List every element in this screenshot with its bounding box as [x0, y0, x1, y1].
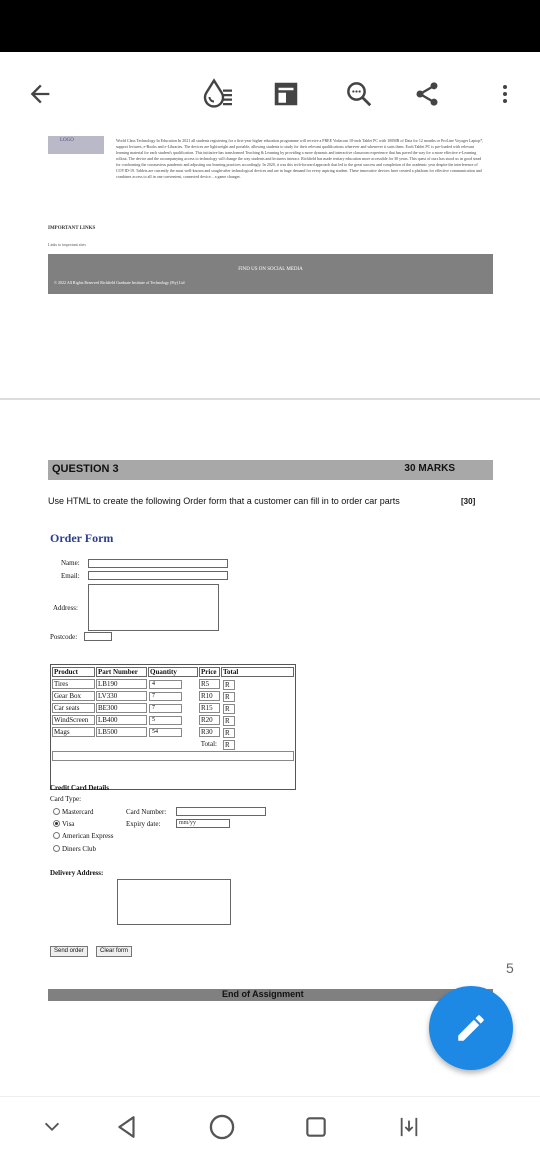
product-cell: Gear Box [52, 691, 95, 701]
quantity-input[interactable]: 7 [149, 704, 182, 713]
mark-tag: [30] [461, 497, 476, 506]
recents-square-icon[interactable] [300, 1111, 332, 1143]
expiry-field[interactable]: mm/yy [176, 819, 230, 828]
diners-label: Diners Club [62, 845, 97, 853]
delivery-label: Delivery Address: [50, 869, 104, 877]
col-header-quantity: Quantity [148, 667, 198, 677]
mastercard-radio[interactable] [53, 808, 60, 815]
find-us-text: FIND US ON SOCIAL MEDIA [238, 267, 303, 272]
price-cell: R10 [199, 691, 220, 701]
total-cell: R [223, 704, 235, 714]
share-icon[interactable] [407, 74, 447, 114]
question-bar: QUESTION 3 30 MARKS [48, 460, 493, 480]
total-cell: R [223, 692, 235, 702]
important-links-heading: IMPORTANT LINKS [48, 226, 96, 231]
footer-band: FIND US ON SOCIAL MEDIA © 2022 All Right… [48, 254, 493, 294]
card-type-label: Card Type: [50, 795, 82, 803]
send-order-button[interactable]: Send order [50, 946, 88, 957]
more-vert-icon[interactable] [485, 74, 525, 114]
address-textarea[interactable] [88, 584, 219, 631]
credit-card-title: Credit Card Details [50, 784, 109, 792]
delivery-textarea[interactable] [117, 879, 231, 925]
expiry-label: Expiry date: [126, 820, 161, 828]
part-number-cell: LB190 [96, 679, 147, 689]
price-cell: R15 [199, 703, 220, 713]
grand-total-cell: R [223, 740, 235, 750]
postcode-field[interactable] [84, 632, 112, 641]
total-label: Total: [200, 740, 217, 748]
question-marks: 30 MARKS [404, 463, 455, 474]
end-bar: End of Assignment [48, 989, 493, 1001]
product-cell: Car seats [52, 703, 95, 713]
price-cell: R30 [199, 727, 220, 737]
back-triangle-icon[interactable] [111, 1111, 143, 1143]
parts-table: Product Part Number Quantity Price Total… [50, 664, 296, 790]
question-label: QUESTION 3 [52, 463, 119, 475]
page-number: 5 [506, 960, 514, 976]
col-header-product: Product [52, 667, 95, 677]
presentation-icon[interactable] [266, 74, 306, 114]
chevron-down-icon[interactable] [36, 1111, 68, 1143]
diners-radio[interactable] [53, 845, 60, 852]
clear-form-button[interactable]: Clear form [96, 946, 133, 957]
col-header-price: Price [199, 667, 220, 677]
postcode-label: Postcode: [50, 633, 78, 641]
logo-image [48, 136, 104, 154]
name-field[interactable] [88, 559, 228, 568]
part-number-cell: BE300 [96, 703, 147, 713]
product-cell: WindScreen [52, 715, 95, 725]
end-text: End of Assignment [222, 989, 304, 999]
color-drop-icon[interactable] [197, 74, 237, 114]
total-cell: R [223, 716, 235, 726]
card-number-field[interactable] [176, 807, 266, 816]
price-cell: R5 [199, 679, 220, 689]
pencil-icon [458, 1015, 484, 1041]
quantity-input[interactable]: 54 [149, 728, 182, 737]
table-empty-row [52, 751, 294, 761]
copyright-text: © 2022 All Rights Reserved Richfield Gra… [54, 280, 185, 285]
screenshot-icon[interactable] [393, 1111, 425, 1143]
card-number-label: Card Number: [126, 808, 167, 816]
back-arrow-icon[interactable] [20, 74, 60, 114]
search-icon[interactable] [339, 74, 379, 114]
part-number-cell: LB500 [96, 727, 147, 737]
total-cell: R [223, 728, 235, 738]
part-number-cell: LV330 [96, 691, 147, 701]
quantity-input[interactable]: 7 [149, 692, 182, 701]
viewer-toolbar [0, 52, 540, 136]
col-header-total: Total [221, 667, 294, 677]
edit-fab-button[interactable] [429, 986, 513, 1070]
visa-radio[interactable] [53, 820, 60, 827]
col-header-part: Part Number [96, 667, 147, 677]
mastercard-label: Mastercard [62, 808, 94, 816]
order-form-title: Order Form [50, 531, 114, 545]
quantity-input[interactable]: 4 [149, 680, 182, 689]
system-nav-bar [0, 1096, 540, 1155]
logo-text: LOGO [60, 138, 74, 143]
total-cell: R [223, 680, 235, 690]
status-bar [0, 0, 540, 52]
email-label: Email: [61, 572, 80, 580]
amex-label: American Express [62, 832, 114, 840]
product-cell: Mags [52, 727, 95, 737]
important-links-sub[interactable]: Links to important sites [48, 242, 86, 247]
quantity-input[interactable]: 5 [149, 716, 182, 725]
home-circle-icon[interactable] [206, 1111, 238, 1143]
question-instruction: Use HTML to create the following Order f… [48, 496, 400, 506]
price-cell: R20 [199, 715, 220, 725]
email-field[interactable] [88, 571, 228, 580]
amex-radio[interactable] [53, 832, 60, 839]
address-label: Address: [53, 604, 78, 612]
document-page: LOGO World Class Technology In Education… [0, 136, 540, 1096]
visa-label: Visa [62, 820, 75, 828]
product-cell: Tires [52, 679, 95, 689]
name-label: Name: [61, 559, 80, 567]
page-divider [0, 398, 540, 400]
tablet-paragraph: World Class Technology In Education In 2… [116, 138, 484, 179]
part-number-cell: LB400 [96, 715, 147, 725]
